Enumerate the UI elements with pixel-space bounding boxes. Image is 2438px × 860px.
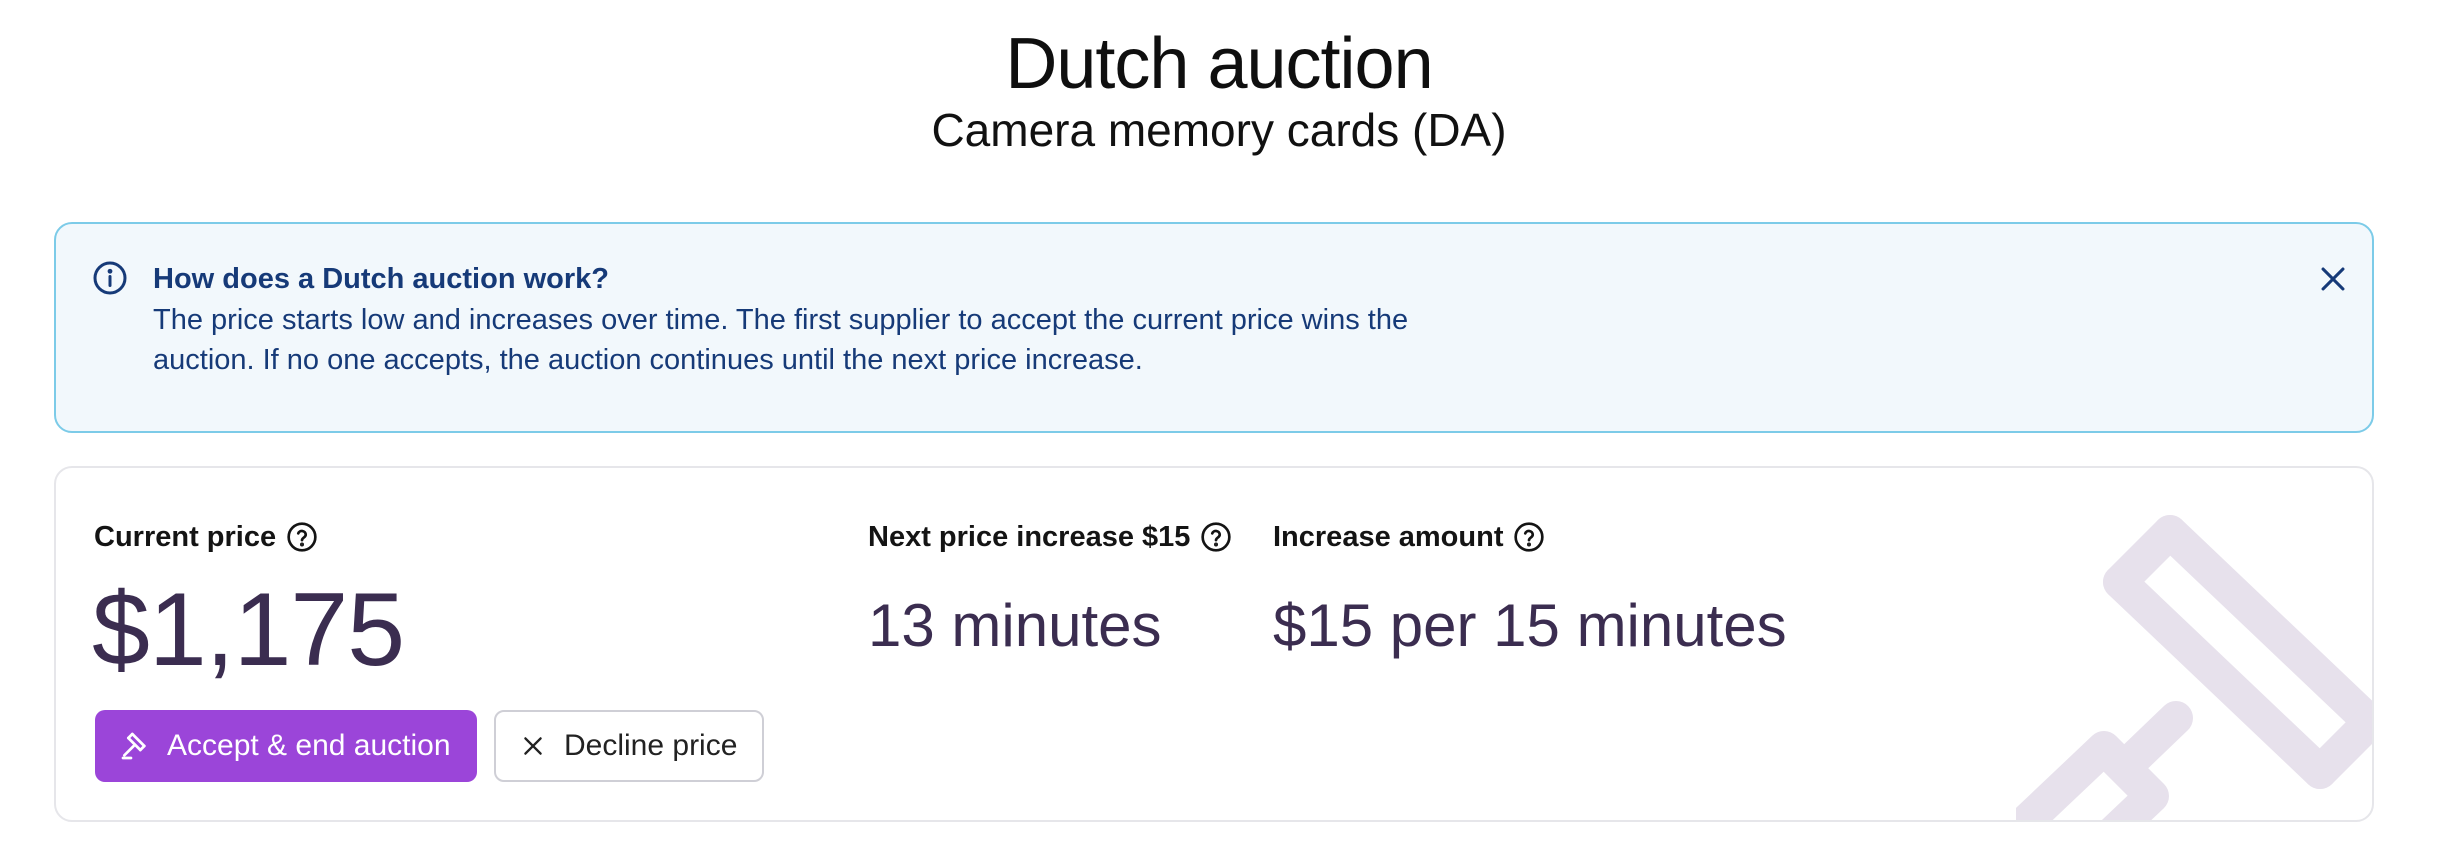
increase-amount-value: $15 per 15 minutes <box>1273 592 1787 659</box>
decline-button-label: Decline price <box>564 729 738 762</box>
help-circle-icon[interactable] <box>286 521 318 553</box>
next-price-increase-value: 13 minutes <box>868 592 1162 659</box>
info-circle-icon <box>93 261 127 295</box>
price-card: Current price $1,175 Next price increase… <box>54 466 2374 822</box>
gavel-icon <box>121 732 146 760</box>
close-icon[interactable] <box>2316 262 2350 296</box>
increase-amount-label: Increase amount <box>1273 518 1545 556</box>
info-banner-body: The price starts low and increases over … <box>153 304 1409 376</box>
current-price-label: Current price <box>94 518 318 556</box>
close-icon <box>524 737 542 755</box>
page-subtitle: Camera memory cards (DA) <box>931 104 1507 156</box>
page-title: Dutch auction <box>1005 24 1433 104</box>
accept-end-auction-button[interactable]: Accept & end auction <box>95 710 477 782</box>
decline-price-button[interactable]: Decline price <box>494 710 764 782</box>
help-circle-icon[interactable] <box>1200 521 1232 553</box>
gavel-icon <box>2016 515 2372 820</box>
info-banner: How does a Dutch auction work? The price… <box>54 222 2374 433</box>
accept-button-label: Accept & end auction <box>167 729 451 762</box>
next-price-increase-label: Next price increase $15 <box>868 518 1232 556</box>
help-circle-icon[interactable] <box>1513 521 1545 553</box>
info-banner-title: How does a Dutch auction work? <box>153 263 609 295</box>
current-price-value: $1,175 <box>92 572 405 688</box>
